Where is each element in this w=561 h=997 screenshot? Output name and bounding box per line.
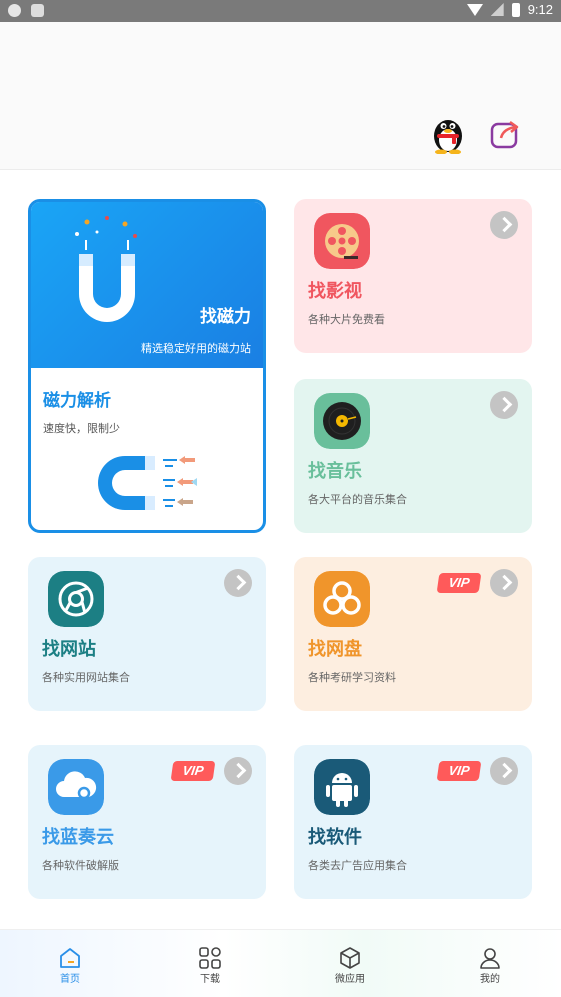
software-subtitle: 各类去广告应用集合 bbox=[308, 859, 407, 872]
movies-card[interactable]: 找影视 各种大片免费看 bbox=[294, 199, 532, 353]
android-icon bbox=[314, 759, 370, 815]
status-bar: 9:12 bbox=[0, 0, 561, 22]
music-title: 找音乐 bbox=[308, 461, 362, 482]
status-time: 9:12 bbox=[527, 2, 553, 17]
magnet-card-subtitle: 速度快，限制少 bbox=[43, 422, 120, 435]
wifi-icon bbox=[466, 3, 483, 16]
lanzou-subtitle: 各种软件破解版 bbox=[42, 859, 119, 872]
film-reel-icon bbox=[314, 213, 370, 269]
software-arrow-button[interactable] bbox=[490, 757, 518, 785]
nav-micro-apps-label: 微应用 bbox=[335, 974, 365, 985]
movies-title: 找影视 bbox=[308, 281, 362, 302]
magnet-card-title: 磁力解析 bbox=[43, 391, 111, 411]
music-arrow-button[interactable] bbox=[490, 391, 518, 419]
nav-home[interactable]: 首页 bbox=[30, 930, 110, 997]
lanzou-vip-badge: VIP bbox=[170, 761, 216, 781]
lanzou-title: 找蓝奏云 bbox=[42, 827, 114, 848]
notification-icon bbox=[31, 4, 44, 17]
lanzou-arrow-button[interactable] bbox=[224, 757, 252, 785]
user-icon bbox=[480, 948, 500, 969]
netdisk-arrow-button[interactable] bbox=[490, 569, 518, 597]
battery-icon bbox=[511, 2, 520, 17]
cube-icon bbox=[340, 947, 360, 969]
lanzou-card[interactable]: VIP 找蓝奏云 各种软件破解版 bbox=[28, 745, 266, 899]
movies-subtitle: 各种大片免费看 bbox=[308, 313, 385, 326]
nav-download-label: 下载 bbox=[200, 974, 220, 985]
browser-icon bbox=[48, 571, 104, 627]
netdisk-title: 找网盘 bbox=[308, 639, 362, 660]
app-notification-icon bbox=[8, 4, 21, 17]
no-signal-icon bbox=[490, 3, 504, 16]
nav-micro-apps[interactable]: 微应用 bbox=[310, 930, 390, 997]
netdisk-vip-badge: VIP bbox=[436, 573, 482, 593]
nav-home-label: 首页 bbox=[60, 974, 80, 985]
software-title: 找软件 bbox=[308, 827, 362, 848]
cloud-disk-icon bbox=[314, 571, 370, 627]
magnet-attract-icon bbox=[98, 456, 197, 510]
websites-subtitle: 各种实用网站集合 bbox=[42, 671, 130, 684]
grid-icon bbox=[199, 947, 221, 969]
software-vip-badge: VIP bbox=[436, 761, 482, 781]
header bbox=[0, 22, 561, 170]
netdisk-subtitle: 各种考研学习资料 bbox=[308, 671, 396, 684]
bottom-nav: 首页 下载 微应用 我的 bbox=[0, 929, 561, 997]
nav-download[interactable]: 下载 bbox=[170, 930, 250, 997]
magnet-banner-title: 找磁力 bbox=[200, 307, 251, 327]
music-card[interactable]: 找音乐 各大平台的音乐集合 bbox=[294, 379, 532, 533]
qq-penguin-icon[interactable] bbox=[430, 114, 466, 154]
music-subtitle: 各大平台的音乐集合 bbox=[308, 493, 407, 506]
nav-profile[interactable]: 我的 bbox=[450, 930, 530, 997]
websites-card[interactable]: 找网站 各种实用网站集合 bbox=[28, 557, 266, 711]
nav-profile-label: 我的 bbox=[480, 974, 500, 985]
magnet-card-banner: 找磁力 精选稳定好用的磁力站 bbox=[31, 202, 263, 368]
websites-arrow-button[interactable] bbox=[224, 569, 252, 597]
magnet-card[interactable]: 找磁力 精选稳定好用的磁力站 磁力解析 速度快，限制少 bbox=[28, 199, 266, 533]
movies-arrow-button[interactable] bbox=[490, 211, 518, 239]
netdisk-card[interactable]: VIP 找网盘 各种考研学习资料 bbox=[294, 557, 532, 711]
home-icon bbox=[60, 948, 80, 968]
share-icon[interactable] bbox=[489, 118, 521, 150]
websites-title: 找网站 bbox=[42, 639, 96, 660]
vinyl-record-icon bbox=[314, 393, 370, 449]
magnet-banner-subtitle: 精选稳定好用的磁力站 bbox=[141, 342, 251, 355]
software-card[interactable]: VIP 找软件 各类去广告应用集合 bbox=[294, 745, 532, 899]
magnet-u-icon bbox=[75, 216, 137, 322]
cloud-icon bbox=[48, 759, 104, 815]
